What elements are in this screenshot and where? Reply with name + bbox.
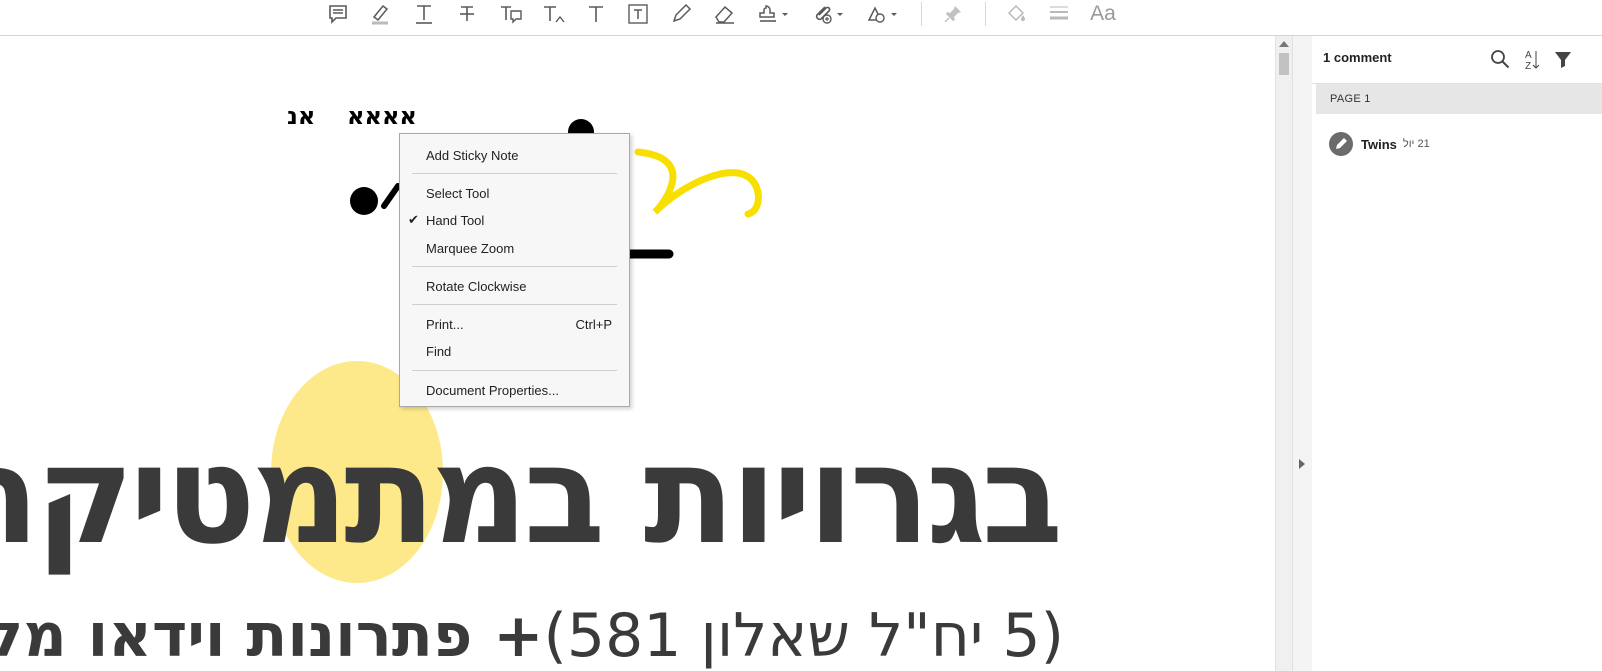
menu-item-rotate-clockwise[interactable]: Rotate Clockwise [400,274,629,298]
menu-item-shortcut: Ctrl+P [575,317,612,332]
menu-item-print[interactable]: Print... Ctrl+P [400,312,629,336]
stamp-icon[interactable] [755,0,791,28]
toolbar-separator [921,2,922,26]
svg-text:A: A [1525,50,1532,61]
menu-item-label: Select Tool [426,186,490,201]
doc-subtitle-light: (5 יח"ל שאלון 581) [543,601,1064,671]
comment-date: 21 יול [1402,138,1430,150]
doc-subtitle-bold: + פתרונות וידאו מלאים [0,601,544,671]
toolbar-separator [985,2,986,26]
pushpin-icon[interactable] [940,0,966,28]
highlighter-icon[interactable] [367,0,393,28]
menu-item-label: Find [426,344,452,359]
checkmark-icon: ✔ [408,212,419,227]
menu-separator [412,173,617,174]
menu-item-label: Rotate Clockwise [426,279,527,294]
filter-icon[interactable] [1553,48,1573,75]
page-group-header[interactable]: PAGE 1 [1316,84,1602,114]
eraser-icon[interactable] [711,0,739,28]
menu-item-label: Document Properties... [426,383,559,398]
doc-small-text: אנ [287,102,316,130]
vertical-scrollbar[interactable] [1275,36,1293,671]
menu-item-marquee-zoom[interactable]: Marquee Zoom [400,236,629,260]
comments-panel: 1 comment AZ PAGE 1 Twins 21 יול [1312,36,1602,671]
underline-text-icon[interactable] [411,0,437,28]
menu-separator [412,266,617,267]
freehand-ink-yellow[interactable] [634,148,762,218]
font-icon[interactable]: Aa [1088,0,1118,28]
comments-panel-header: 1 comment AZ [1312,36,1602,84]
strikethrough-icon[interactable] [454,0,480,28]
text-box-icon[interactable] [625,0,651,28]
paint-bucket-icon[interactable] [1003,0,1029,28]
insert-text-icon[interactable] [540,0,568,28]
speech-bubble-icon[interactable] [325,0,351,28]
menu-item-find[interactable]: Find [400,339,629,363]
doc-small-text: אאאא [347,102,417,130]
scroll-up-arrow-icon[interactable] [1279,41,1289,47]
menu-item-add-sticky-note[interactable]: Add Sticky Note [400,143,629,167]
comment-item[interactable]: Twins 21 יול [1329,130,1430,158]
scroll-thumb[interactable] [1279,53,1289,75]
pencil-avatar-icon [1329,132,1353,156]
panel-collapse-strip[interactable] [1292,36,1313,671]
menu-item-label: Marquee Zoom [426,241,515,256]
ink-stroke[interactable] [381,183,401,209]
ink-dot[interactable] [350,187,378,215]
menu-item-label: Add Sticky Note [426,148,519,163]
replace-text-icon[interactable] [497,0,525,28]
doc-title: בגרויות במתמטיקה [0,417,1063,575]
font-label: Aa [1090,2,1116,25]
menu-item-label: Hand Tool [426,213,485,228]
comment-author: Twins [1361,136,1397,152]
sort-icon[interactable]: AZ [1522,48,1540,77]
document-view[interactable]: אנ אאאא בגרויות במתמטיקה + פתרונות וידאו… [0,36,1275,671]
text-icon[interactable] [583,0,609,28]
shapes-icon[interactable] [862,0,900,28]
comment-count: 1 comment [1323,50,1392,65]
line-weight-icon[interactable] [1046,0,1072,28]
collapse-arrow-icon[interactable] [1299,459,1305,469]
menu-item-label: Print... [426,317,464,332]
menu-separator [412,304,617,305]
menu-item-document-properties[interactable]: Document Properties... [400,378,629,402]
svg-text:Z: Z [1525,61,1531,72]
menu-item-select-tool[interactable]: Select Tool [400,181,629,205]
comment-toolbar: Aa [0,0,1602,36]
pencil-icon[interactable] [668,0,694,28]
page-group-label: PAGE 1 [1330,93,1371,105]
doc-subtitle: + פתרונות וידאו מלאים (5 יח"ל שאלון 581) [0,596,1082,671]
context-menu: Add Sticky Note Select Tool ✔ Hand Tool … [399,133,630,407]
paperclip-icon[interactable] [808,0,846,28]
menu-item-hand-tool[interactable]: ✔ Hand Tool [400,208,629,232]
search-icon[interactable] [1489,48,1511,75]
menu-separator [412,370,617,371]
